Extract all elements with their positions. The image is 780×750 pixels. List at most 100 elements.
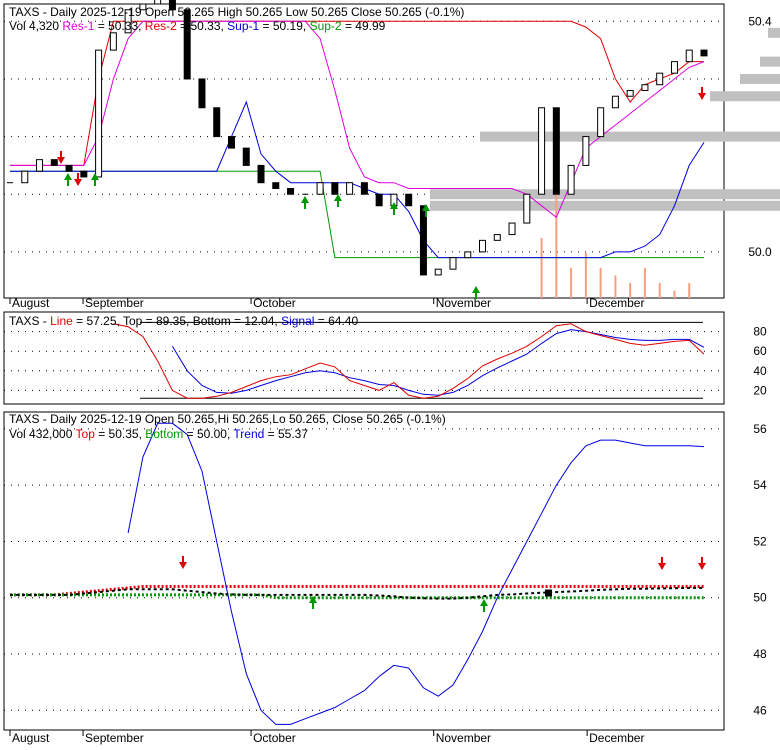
candle xyxy=(109,32,117,51)
volume-bar xyxy=(673,290,676,298)
candle xyxy=(50,159,58,166)
signal-value: = 64.40 xyxy=(314,314,358,328)
candle xyxy=(257,164,265,184)
volume-profile-bar xyxy=(768,27,780,38)
candle xyxy=(641,84,649,91)
candle xyxy=(316,182,324,195)
volume-bar xyxy=(570,268,573,298)
trend-value: = 55.37 xyxy=(264,427,308,441)
current-marker xyxy=(545,589,552,597)
res1-value: = 50.33, xyxy=(94,19,144,33)
candle xyxy=(287,187,295,195)
top-value: = 50.35, xyxy=(95,427,145,441)
candle xyxy=(360,182,368,195)
y-tick-label: 50.4 xyxy=(748,14,772,28)
candle xyxy=(493,234,501,241)
volume-bar xyxy=(658,283,661,298)
y-tick-label: 52 xyxy=(753,534,767,548)
line-label: Line xyxy=(50,314,73,328)
candle xyxy=(405,193,413,207)
volume-bar xyxy=(614,275,617,298)
candle xyxy=(479,239,487,253)
volume-bar xyxy=(688,283,691,298)
candle xyxy=(242,147,250,166)
res1-label: Res-1 xyxy=(62,19,94,33)
y-tick-label: 20 xyxy=(753,383,767,397)
volume-bar xyxy=(599,268,602,298)
candle xyxy=(21,170,29,184)
oscillator-legend: TAXS - Line = 57.25, Top = 89.35, Bottom… xyxy=(9,314,358,328)
candle xyxy=(582,136,590,166)
candle xyxy=(700,49,708,57)
x-tick-label: August xyxy=(12,731,50,745)
y-tick-label: 54 xyxy=(753,478,767,492)
volume-profile-bar xyxy=(480,131,780,142)
line-value: = 57.25, Top = 89.35, Bottom = 12.04, xyxy=(73,314,281,328)
x-tick-label: September xyxy=(85,731,144,745)
candle xyxy=(65,164,73,172)
y-tick-label: 50 xyxy=(753,591,767,605)
y-tick-label: 40 xyxy=(753,364,767,378)
volume-profile-bar xyxy=(740,73,780,84)
sup1-value: = 50.19, xyxy=(259,19,309,33)
x-tick-label: October xyxy=(253,731,296,745)
y-tick-label: 60 xyxy=(753,344,767,358)
trend-label: Trend xyxy=(233,427,264,441)
trend-title: TAXS - Daily 2025-12-19 Open 50.265,Hi 5… xyxy=(9,412,446,426)
res2-label: Res-2 xyxy=(145,19,177,33)
volume-profile-bar xyxy=(710,91,780,102)
trend-panel xyxy=(3,411,725,731)
vol-text: Vol 4,320 xyxy=(9,19,59,33)
chart-svg: 50.450.350.250.150.0AugustSeptemberOctob… xyxy=(3,0,780,745)
candle xyxy=(656,72,664,86)
bottom-value: = 50.00, xyxy=(183,427,233,441)
trend-legend: Vol 432,000 Top = 50.35, Bottom = 50.00,… xyxy=(9,427,308,441)
price-legend: Vol 4,320 Res-1 = 50.33, Res-2 = 50.33, … xyxy=(9,19,386,33)
price-title: TAXS - Daily 2025-12-19 Open 50.265 High… xyxy=(9,5,464,19)
x-tick-label: August xyxy=(12,296,50,310)
candle xyxy=(272,182,280,189)
candle xyxy=(611,95,619,109)
top-label: Top xyxy=(76,427,96,441)
x-tick-label: November xyxy=(436,296,491,310)
candle xyxy=(523,193,531,224)
candle xyxy=(464,251,472,259)
sup1-label: Sup-1 xyxy=(227,19,259,33)
candle xyxy=(670,61,678,74)
sup2-value: = 49.99 xyxy=(342,19,386,33)
y-tick-label: 80 xyxy=(753,325,767,339)
candle xyxy=(567,164,575,195)
candle xyxy=(95,49,103,178)
candle xyxy=(198,78,206,109)
volume-profile-bar xyxy=(430,200,780,211)
candle xyxy=(552,107,560,195)
x-tick-label: December xyxy=(589,731,644,745)
chart-container: 50.450.350.250.150.0AugustSeptemberOctob… xyxy=(0,0,780,745)
candle xyxy=(227,136,235,149)
candle xyxy=(346,182,354,195)
candle xyxy=(538,107,546,195)
bottom-label: Bottom xyxy=(145,427,183,441)
volume-bar xyxy=(540,238,543,298)
candle xyxy=(36,159,44,172)
x-tick-label: September xyxy=(85,296,144,310)
res2-value: = 50.33, xyxy=(177,19,227,33)
y-tick-label: 46 xyxy=(753,703,767,717)
candle xyxy=(626,89,634,97)
y-tick-label: 56 xyxy=(753,422,767,436)
candle xyxy=(80,170,88,178)
signal-label: Signal xyxy=(281,314,314,328)
volume-bar xyxy=(584,253,587,298)
candle xyxy=(508,222,516,236)
volume-profile-bar xyxy=(430,189,780,200)
candle xyxy=(597,107,605,138)
candle xyxy=(685,49,693,63)
candle xyxy=(434,268,442,276)
volume-profile-bar xyxy=(760,56,780,67)
candle xyxy=(213,107,221,138)
volume-bar xyxy=(643,268,646,298)
y-tick-label: 50.0 xyxy=(748,245,772,259)
candle xyxy=(331,182,339,195)
osc-prefix: TAXS - xyxy=(9,314,50,328)
x-tick-label: October xyxy=(253,296,296,310)
